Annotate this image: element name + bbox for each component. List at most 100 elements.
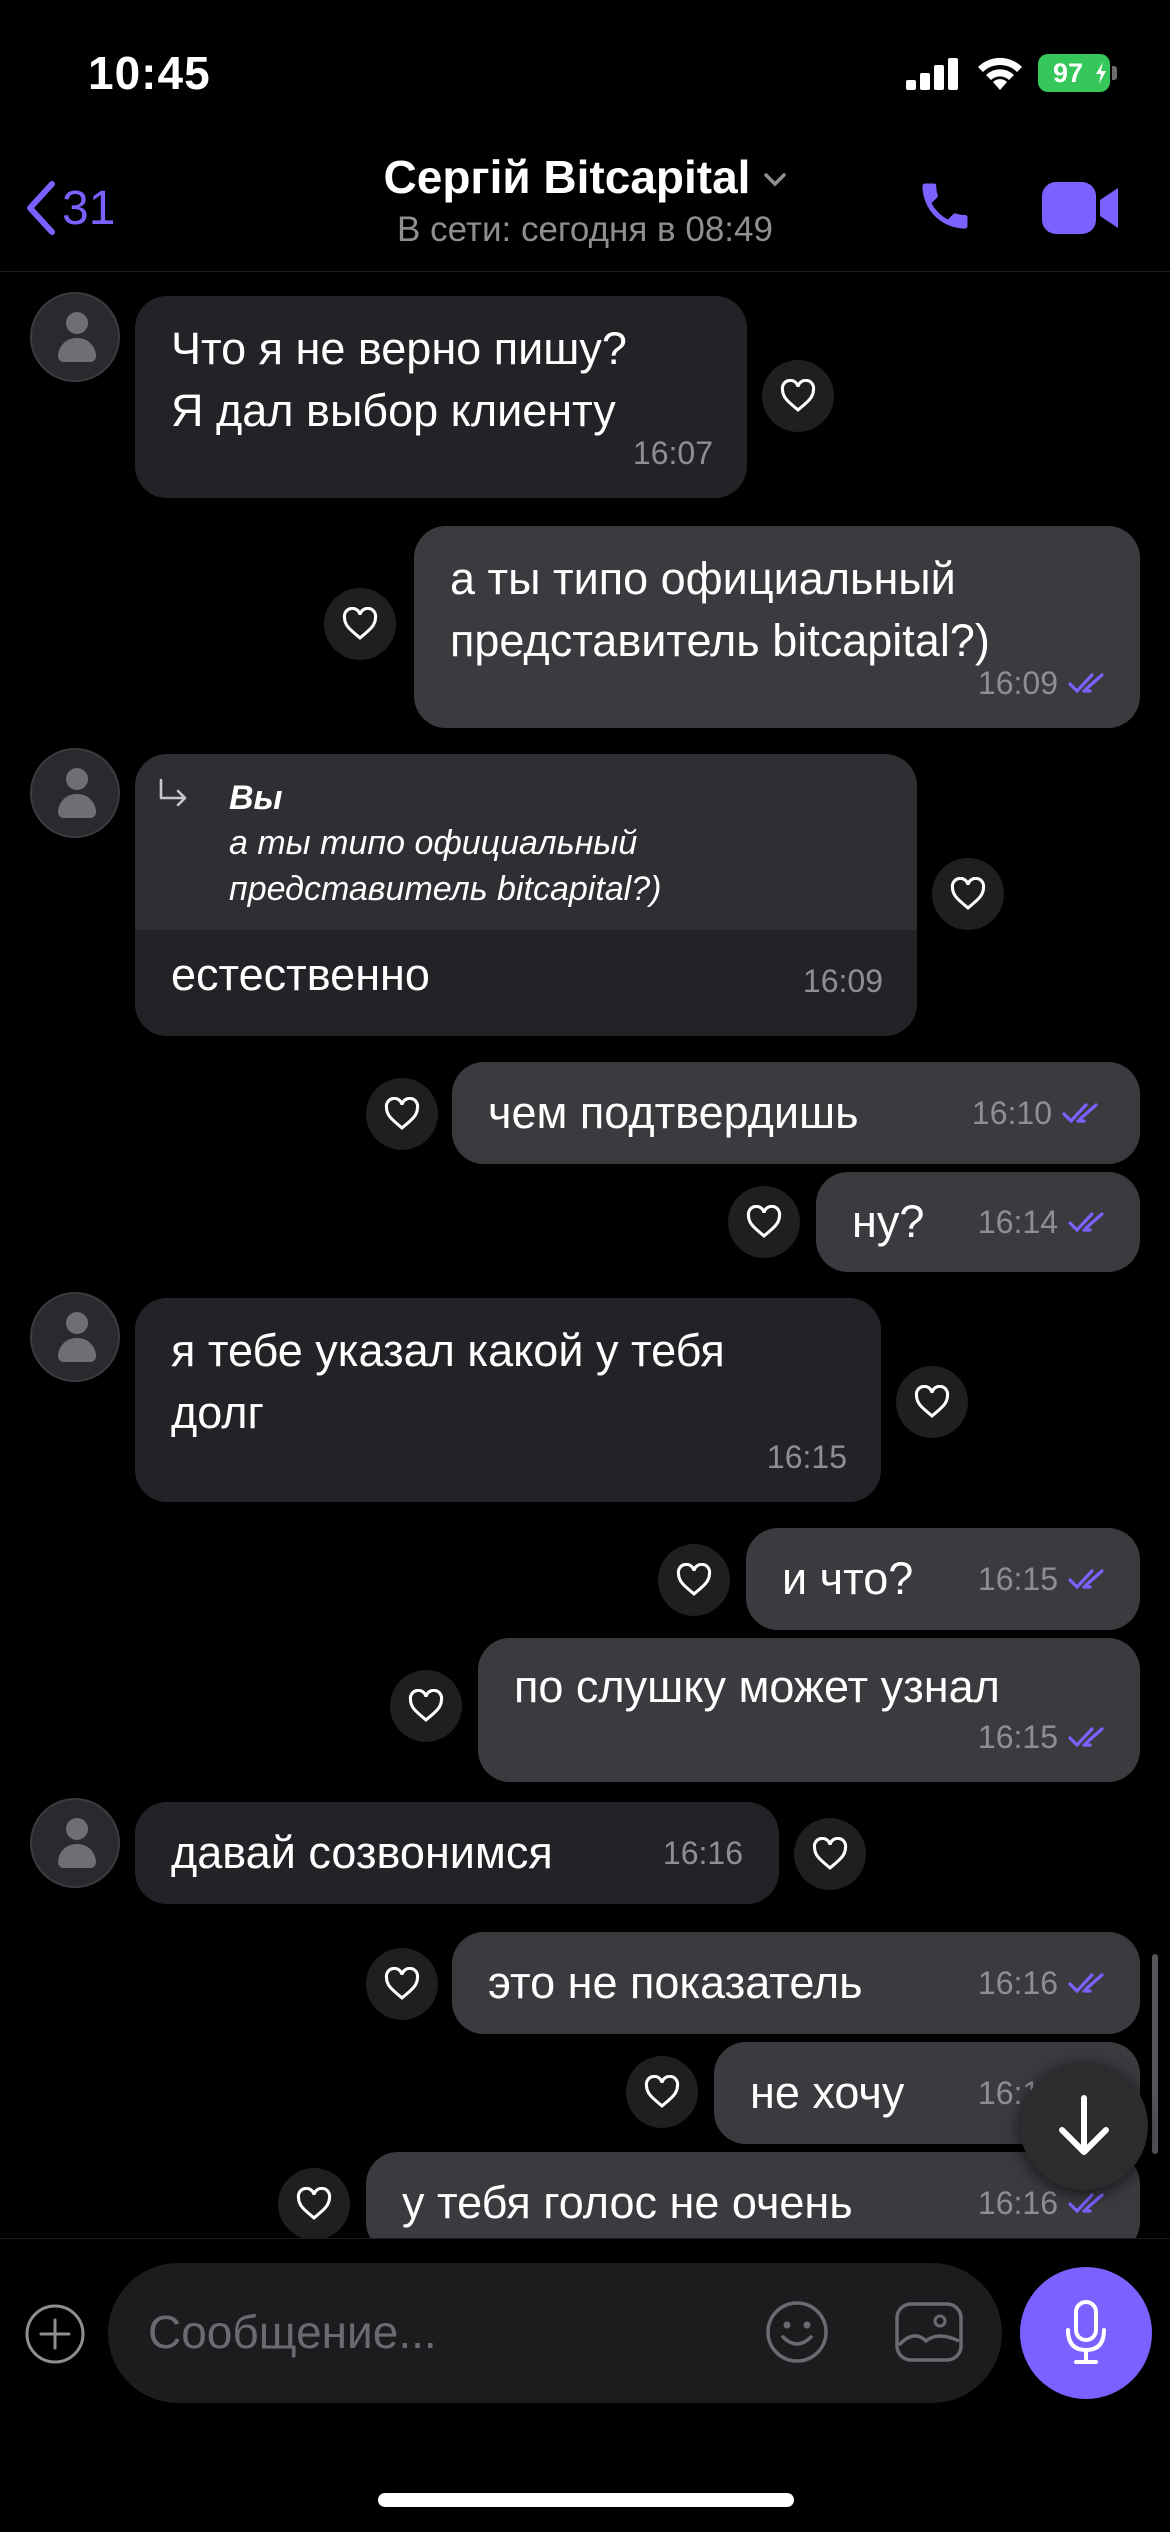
reply-quote[interactable]: Вы а ты типо официальный представитель b… bbox=[135, 754, 917, 930]
like-button[interactable] bbox=[366, 1078, 438, 1150]
heart-icon bbox=[950, 877, 986, 910]
battery-level: 97 bbox=[1052, 58, 1084, 88]
message-bubble[interactable]: и что? 16:15 bbox=[746, 1528, 1140, 1630]
video-camera-icon bbox=[1042, 182, 1118, 234]
like-button[interactable] bbox=[324, 588, 396, 660]
contact-name: Сергій Bitcapital bbox=[383, 151, 751, 203]
signal-icon bbox=[906, 58, 958, 90]
message-time: 16:09 bbox=[802, 963, 883, 999]
message-bubble[interactable]: а ты типо официальный представитель bitc… bbox=[414, 526, 1140, 728]
scrollbar[interactable] bbox=[1152, 1954, 1158, 2154]
message-time: 16:14 bbox=[977, 1204, 1058, 1240]
message-bubble[interactable]: я тебе указал какой у тебя долг 16:15 bbox=[135, 1298, 881, 1502]
message-bubble[interactable]: давай созвонимся 16:16 bbox=[135, 1802, 779, 1904]
heart-icon bbox=[812, 1837, 848, 1870]
message-time: 16:09 bbox=[977, 665, 1058, 701]
like-button[interactable] bbox=[626, 2056, 698, 2128]
arrow-down-icon bbox=[1059, 2095, 1109, 2155]
like-button[interactable] bbox=[728, 1186, 800, 1258]
heart-icon bbox=[746, 1205, 782, 1238]
wifi-icon bbox=[978, 57, 1022, 90]
message-bubble[interactable]: Что я не верно пишу? Я дал выбор клиенту… bbox=[135, 296, 747, 498]
voice-record-button[interactable] bbox=[1020, 2267, 1152, 2399]
message-text: у тебя голос не очень bbox=[402, 2177, 853, 2228]
heart-icon bbox=[384, 1097, 420, 1130]
double-check-icon bbox=[1068, 1212, 1104, 1233]
message-text: ну? bbox=[852, 1196, 925, 1247]
message-text: не хочу bbox=[750, 2067, 905, 2118]
like-button[interactable] bbox=[932, 858, 1004, 930]
message-time: 16:16 bbox=[977, 2185, 1058, 2221]
message-text: давай созвонимся bbox=[171, 1827, 553, 1878]
charging-bolt-icon bbox=[1096, 62, 1106, 84]
phone-icon bbox=[922, 183, 968, 229]
message-text: и что? bbox=[782, 1553, 914, 1604]
smiley-icon bbox=[766, 2301, 828, 2363]
attach-button[interactable] bbox=[24, 2303, 86, 2370]
presence-status: В сети: сегодня в 08:49 bbox=[397, 210, 773, 249]
message-time: 16:15 bbox=[977, 1561, 1058, 1597]
heart-icon bbox=[384, 1967, 420, 2000]
status-bar: 10:45 97 bbox=[0, 0, 1170, 140]
message-placeholder: Сообщение... bbox=[148, 2306, 437, 2358]
scroll-to-bottom-button[interactable] bbox=[1020, 2062, 1148, 2190]
like-button[interactable] bbox=[794, 1818, 866, 1890]
battery-tip bbox=[1112, 66, 1117, 80]
message-time: 16:16 bbox=[662, 1835, 743, 1871]
video-call-button[interactable] bbox=[1040, 180, 1120, 241]
like-button[interactable] bbox=[390, 1670, 462, 1742]
heart-icon bbox=[296, 2187, 332, 2220]
double-check-icon bbox=[1068, 1727, 1104, 1748]
double-check-icon bbox=[1068, 2193, 1104, 2214]
chevron-down-icon bbox=[764, 173, 787, 187]
avatar[interactable] bbox=[30, 748, 120, 838]
heart-icon bbox=[780, 379, 816, 412]
message-text: Что я не верно пишу? Я дал выбор клиенту bbox=[171, 323, 627, 436]
reply-text: а ты типо официальный представитель bitc… bbox=[229, 824, 662, 908]
message-bubble[interactable]: ну? 16:14 bbox=[816, 1172, 1140, 1272]
heart-icon bbox=[676, 1563, 712, 1596]
message-time: 16:10 bbox=[971, 1095, 1052, 1131]
message-text: я тебе указал какой у тебя долг bbox=[171, 1325, 725, 1438]
image-icon bbox=[895, 2302, 963, 2362]
call-button[interactable] bbox=[915, 176, 975, 241]
message-bubble[interactable]: это не показатель 16:16 bbox=[452, 1932, 1140, 2034]
message-time: 16:07 bbox=[632, 435, 713, 471]
message-time: 16:15 bbox=[766, 1439, 847, 1475]
avatar[interactable] bbox=[30, 1798, 120, 1888]
message-input[interactable]: Сообщение... bbox=[108, 2263, 1002, 2403]
message-bubble[interactable]: по слушку может узнал 16:15 bbox=[478, 1638, 1140, 1782]
chat-screen: 10:45 97 31 Сергій Bitcapital В сети: се… bbox=[0, 0, 1170, 2532]
avatar[interactable] bbox=[30, 1292, 120, 1382]
like-button[interactable] bbox=[278, 2168, 350, 2238]
message-bubble[interactable]: чем подтвердишь 16:10 bbox=[452, 1062, 1140, 1164]
heart-icon bbox=[914, 1385, 950, 1418]
message-time: 16:15 bbox=[977, 1719, 1058, 1755]
message-bubble[interactable]: Вы а ты типо официальный представитель b… bbox=[135, 754, 917, 1036]
message-text: это не показатель bbox=[488, 1957, 863, 2008]
emoji-button[interactable] bbox=[764, 2299, 830, 2370]
double-check-icon bbox=[1068, 673, 1104, 694]
message-bubble[interactable]: у тебя голос не очень 16:16 bbox=[366, 2152, 1140, 2238]
heart-icon bbox=[644, 2075, 680, 2108]
reply-author: Вы bbox=[229, 779, 283, 817]
heart-icon bbox=[408, 1689, 444, 1722]
like-button[interactable] bbox=[762, 360, 834, 432]
microphone-icon bbox=[1066, 2300, 1106, 2364]
reply-arrow-icon bbox=[159, 778, 187, 807]
like-button[interactable] bbox=[658, 1544, 730, 1616]
message-time: 16:16 bbox=[977, 1965, 1058, 2001]
plus-circle-icon bbox=[25, 2304, 85, 2364]
contact-title[interactable]: Сергій Bitcapital В сети: сегодня в 08:4… bbox=[0, 150, 1170, 250]
gallery-button[interactable] bbox=[894, 2301, 964, 2368]
double-check-icon bbox=[1068, 1973, 1104, 1994]
double-check-icon bbox=[1062, 1103, 1098, 1124]
message-list[interactable]: Что я не верно пишу? Я дал выбор клиенту… bbox=[0, 272, 1170, 2238]
home-indicator[interactable] bbox=[378, 2493, 794, 2507]
message-text: чем подтвердишь bbox=[488, 1087, 859, 1138]
heart-icon bbox=[342, 607, 378, 640]
like-button[interactable] bbox=[896, 1366, 968, 1438]
avatar[interactable] bbox=[30, 292, 120, 382]
like-button[interactable] bbox=[366, 1948, 438, 2020]
message-text: естественно bbox=[171, 949, 430, 1000]
